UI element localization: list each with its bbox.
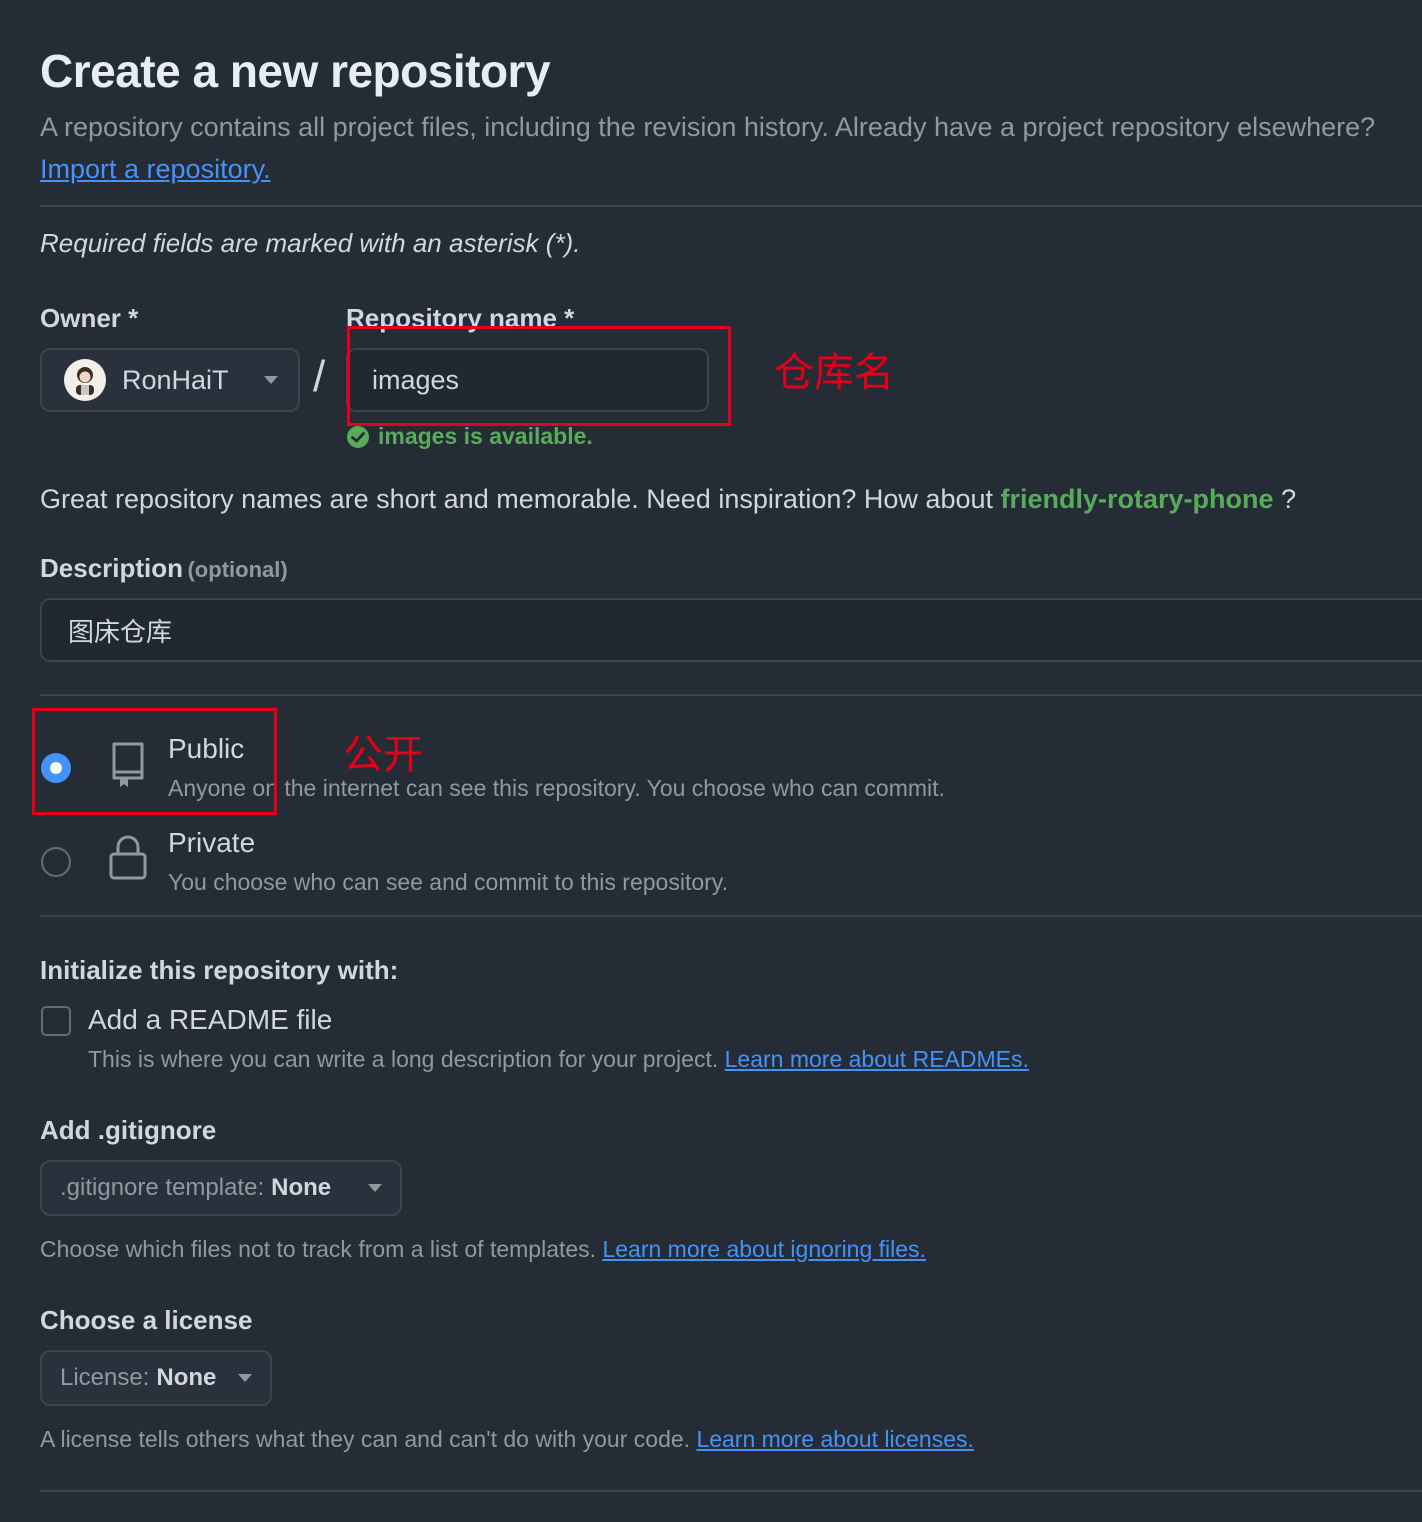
readme-description-row: This is where you can write a long descr…	[88, 1046, 1029, 1073]
readme-checkbox[interactable]	[41, 1006, 71, 1036]
private-description: You choose who can see and commit to thi…	[168, 869, 728, 895]
learn-readmes-link[interactable]: Learn more about READMEs.	[725, 1046, 1029, 1072]
required-note: Required fields are marked with an aster…	[40, 228, 581, 258]
owner-label: Owner *	[40, 303, 139, 333]
learn-ignoring-link[interactable]: Learn more about ignoring files.	[602, 1236, 925, 1262]
public-description: Anyone on the internet can see this repo…	[168, 775, 945, 801]
init-heading: Initialize this repository with:	[40, 955, 399, 985]
suggestion-suffix: ?	[1281, 484, 1297, 514]
annotation-repo-name-text: 仓库名	[774, 350, 894, 396]
license-prefix: License:	[60, 1364, 150, 1391]
description-input[interactable]: 图床仓库	[40, 598, 1422, 662]
license-description-row: A license tells others what they can and…	[40, 1426, 974, 1453]
divider	[40, 205, 1422, 207]
gitignore-description: Choose which files not to track from a l…	[40, 1236, 597, 1262]
description-label-row: Description (optional)	[40, 553, 288, 584]
page-title: Create a new repository	[40, 45, 551, 97]
chevron-down-icon	[368, 1184, 382, 1192]
check-circle-icon	[347, 425, 369, 448]
readme-description: This is where you can write a long descr…	[88, 1046, 719, 1072]
description-value: 图床仓库	[68, 617, 173, 648]
private-radio[interactable]	[41, 847, 71, 877]
divider	[40, 915, 1422, 917]
annotation-public-box	[32, 708, 277, 815]
owner-value: RonHaiT	[122, 364, 229, 395]
name-suggestion: Great repository names are short and mem…	[40, 484, 1296, 515]
learn-licenses-link[interactable]: Learn more about licenses.	[696, 1426, 973, 1452]
page-lead: A repository contains all project files,…	[40, 106, 1380, 190]
chevron-down-icon	[264, 376, 278, 384]
import-repository-link[interactable]: Import a repository.	[40, 154, 271, 184]
suggested-name-link[interactable]: friendly-rotary-phone	[1001, 484, 1274, 514]
license-description: A license tells others what they can and…	[40, 1426, 691, 1452]
repo-availability: images is available.	[346, 423, 593, 450]
private-title: Private	[168, 827, 256, 858]
annotation-repo-name-box	[347, 326, 731, 426]
owner-repo-separator: /	[313, 352, 326, 401]
gitignore-prefix: .gitignore template:	[60, 1174, 265, 1201]
divider	[40, 1490, 1422, 1492]
annotation-public-text: 公开	[343, 732, 423, 778]
readme-label: Add a README file	[88, 1004, 333, 1035]
lock-icon	[109, 835, 147, 880]
gitignore-heading: Add .gitignore	[40, 1115, 217, 1145]
chevron-down-icon	[238, 1374, 252, 1382]
avatar	[64, 359, 106, 401]
suggestion-text: Great repository names are short and mem…	[40, 484, 993, 514]
gitignore-description-row: Choose which files not to track from a l…	[40, 1236, 926, 1263]
description-label: Description	[40, 553, 184, 583]
lead-text: A repository contains all project files,…	[40, 112, 1376, 142]
gitignore-select[interactable]: .gitignore template: None	[40, 1160, 402, 1216]
avatar-icon	[76, 367, 94, 395]
availability-text: images is available.	[378, 423, 593, 449]
gitignore-value: None	[271, 1174, 332, 1201]
description-optional: (optional)	[187, 557, 288, 582]
license-heading: Choose a license	[40, 1305, 253, 1335]
license-select[interactable]: License: None	[40, 1350, 272, 1406]
owner-select[interactable]: RonHaiT	[40, 348, 300, 412]
license-value: None	[156, 1364, 217, 1391]
divider	[40, 694, 1422, 696]
